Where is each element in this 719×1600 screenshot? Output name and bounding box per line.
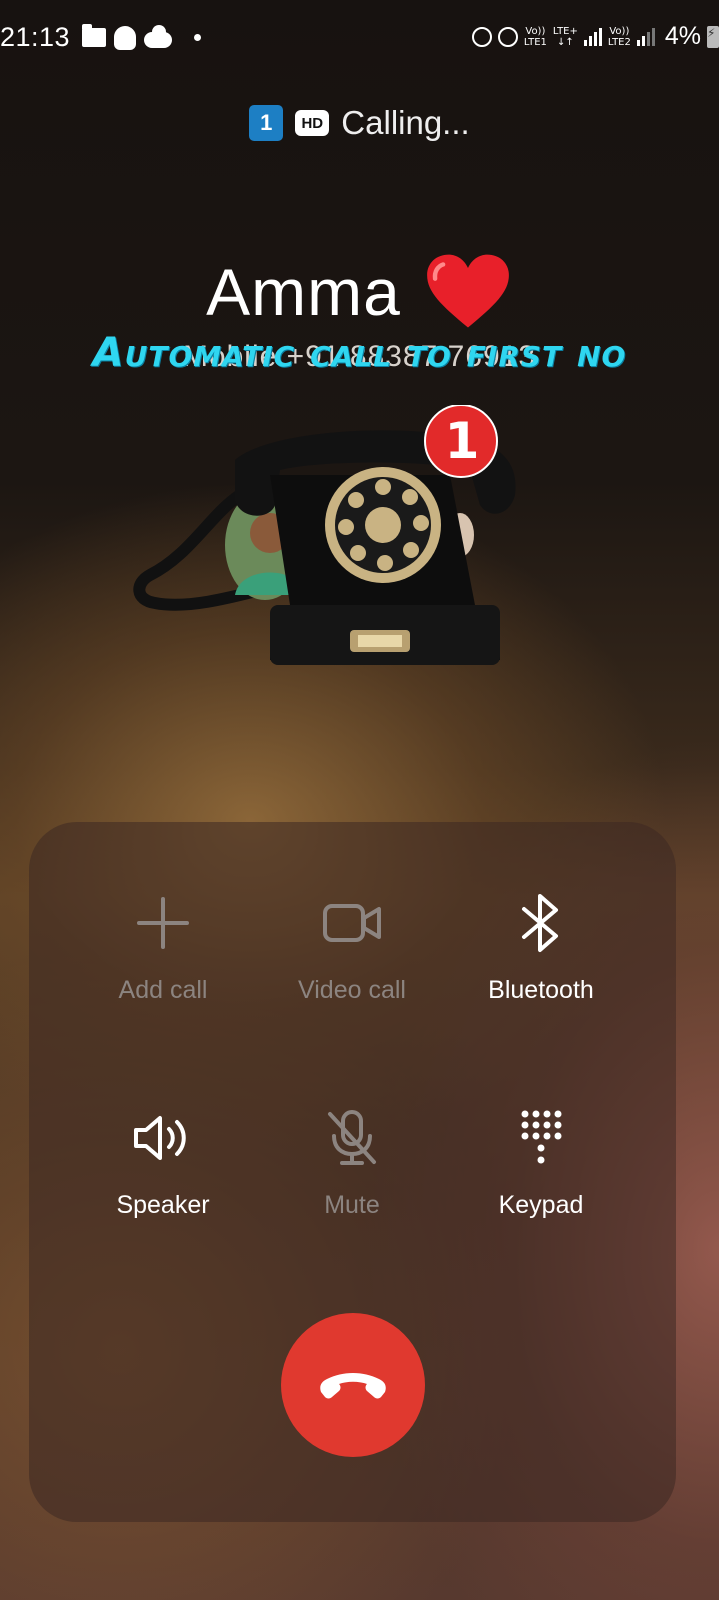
lte-plus-label: LTE+: [552, 25, 578, 37]
snapchat-icon: [114, 25, 137, 50]
speaker-icon: [63, 1103, 263, 1173]
lte1-indicator: Vo)) LTE1: [524, 26, 547, 48]
lte2-top: Vo)): [609, 25, 630, 37]
call-status: Calling...: [341, 104, 470, 141]
video-call-label: Video call: [298, 976, 406, 1004]
keypad-label: Keypad: [498, 1191, 584, 1219]
battery-charging-icon: [707, 25, 719, 48]
bluetooth-icon: [441, 888, 641, 958]
lte2-indicator: Vo)) LTE2: [608, 26, 631, 48]
plus-icon: [63, 888, 263, 958]
lte-arrows: ↓↑: [556, 36, 574, 48]
heart-icon: [426, 254, 509, 328]
video-camera-icon: [252, 888, 452, 958]
add-call-button[interactable]: Add call: [63, 888, 263, 1005]
battery-percent: 4%: [664, 22, 701, 50]
phone-hangup-icon: [320, 1373, 386, 1399]
speaker-label: Speaker: [116, 1191, 210, 1219]
mute-label: Mute: [324, 1191, 380, 1219]
speaker-button[interactable]: Speaker: [63, 1103, 263, 1220]
keypad-icon: [441, 1103, 641, 1173]
hd-badge: HD: [295, 110, 330, 136]
overlay-caption: Automatic call to first no: [92, 330, 627, 376]
bluetooth-button[interactable]: Bluetooth: [441, 888, 641, 1005]
video-call-button[interactable]: Video call: [252, 888, 452, 1005]
phone-badge: 1: [444, 412, 480, 470]
lte1-top: Vo)): [525, 25, 546, 37]
microphone-muted-icon: [252, 1103, 452, 1173]
folder-icon: [82, 24, 107, 47]
alarm-icon: [497, 26, 518, 47]
keypad-button[interactable]: Keypad: [441, 1103, 641, 1220]
bluetooth-label: Bluetooth: [488, 976, 594, 1004]
status-left: 21:13: [0, 22, 202, 53]
caller-name-row: Amma: [0, 252, 719, 332]
cloud-icon: [144, 24, 173, 48]
caller-name: Amma: [206, 255, 401, 329]
signal-icon: [583, 27, 602, 46]
mute-button[interactable]: Mute: [252, 1103, 452, 1220]
lte2-bottom: LTE2: [607, 36, 631, 48]
end-call-button[interactable]: [281, 1313, 425, 1457]
sim-badge: 1: [249, 105, 284, 141]
status-right: Vo)) LTE1 LTE+ ↓↑ Vo)) LTE2 4%: [471, 22, 719, 51]
add-call-label: Add call: [118, 976, 208, 1004]
call-header: 1 HD Calling...: [0, 104, 719, 142]
lock-icon: [471, 26, 492, 47]
dot-icon: [194, 34, 202, 41]
lte1-bottom: LTE1: [523, 36, 547, 48]
status-time: 21:13: [0, 22, 71, 52]
lte-plus-indicator: LTE+ ↓↑: [553, 26, 578, 48]
status-bar: 21:13 Vo)) LTE1 LTE+ ↓↑ Vo)) LTE2 4%: [0, 0, 719, 78]
signal-2-icon: [636, 27, 655, 46]
